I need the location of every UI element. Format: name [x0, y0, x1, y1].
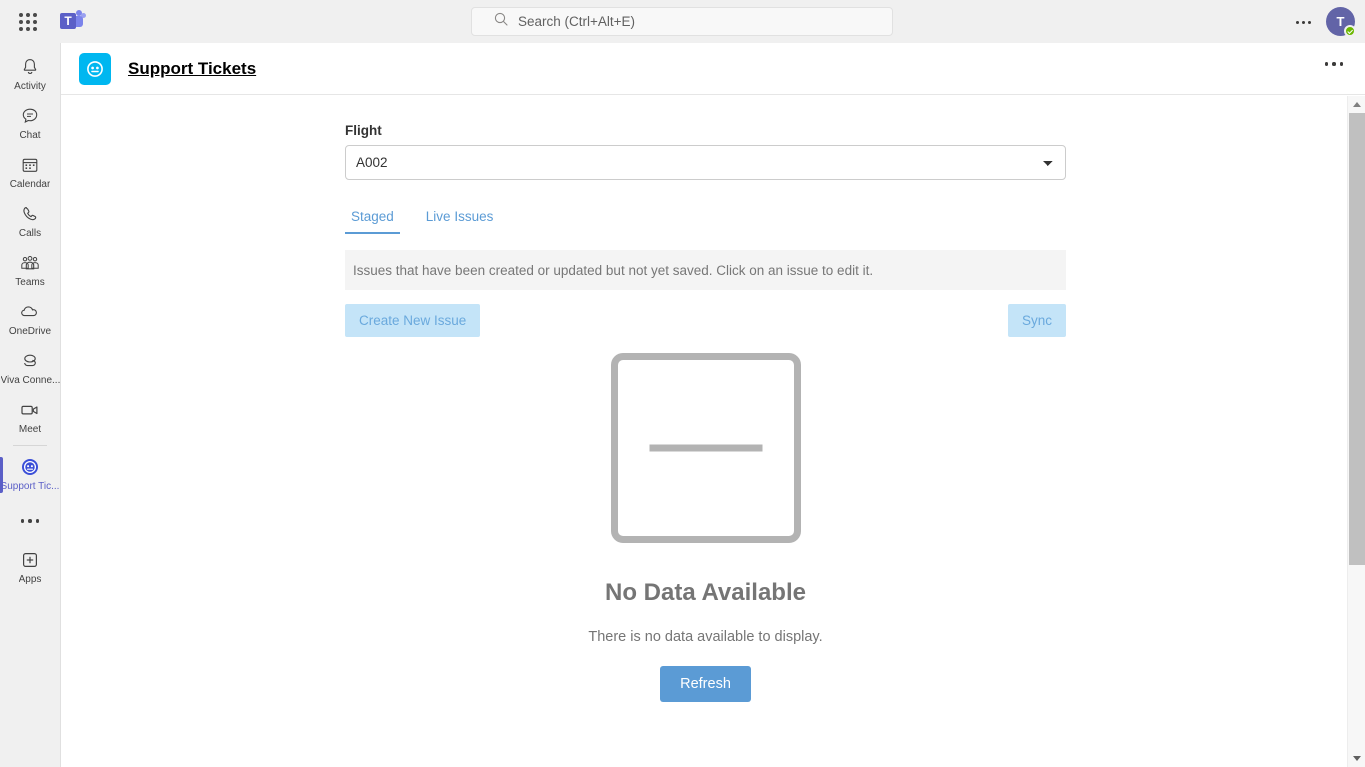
- presence-available-icon: [1344, 25, 1356, 37]
- plus-square-icon: [20, 549, 40, 571]
- vertical-scrollbar[interactable]: [1347, 96, 1365, 767]
- sidebar-item-viva-connections[interactable]: Viva Conne...: [0, 344, 61, 393]
- sidebar-item-label: Activity: [14, 81, 46, 92]
- video-camera-icon: [19, 399, 41, 421]
- calendar-icon: [20, 154, 40, 176]
- sidebar-item-activity[interactable]: Activity: [0, 50, 61, 99]
- sidebar-item-label: Viva Conne...: [0, 375, 60, 386]
- cloud-icon: [19, 301, 41, 323]
- empty-state-title: No Data Available: [605, 579, 806, 606]
- sidebar-item-teams[interactable]: Teams: [0, 246, 61, 295]
- page-title[interactable]: Support Tickets: [128, 59, 256, 79]
- app-header: Support Tickets: [61, 43, 1365, 95]
- sidebar-item-label: Chat: [19, 130, 41, 141]
- tab-live-issues[interactable]: Live Issues: [420, 209, 500, 234]
- teams-icon: [19, 252, 41, 274]
- tab-staged[interactable]: Staged: [345, 209, 400, 234]
- teams-logo-letter: T: [60, 12, 76, 29]
- no-data-placeholder-icon: [610, 353, 801, 543]
- action-button-row: Create New Issue Sync: [345, 304, 1066, 337]
- sync-button[interactable]: Sync: [1007, 304, 1066, 337]
- teams-logo-icon[interactable]: T: [60, 9, 86, 34]
- empty-state: No Data Available There is no data avail…: [345, 353, 1066, 702]
- sidebar-item-label: Teams: [15, 277, 45, 288]
- empty-state-subtitle: There is no data available to display.: [588, 629, 823, 645]
- tab-list: Staged Live Issues: [345, 204, 1066, 234]
- bell-icon: [20, 56, 40, 78]
- sidebar-item-label: OneDrive: [8, 326, 52, 337]
- search-bar[interactable]: [471, 7, 893, 36]
- sidebar-item-label: Support Tic...: [0, 481, 60, 492]
- left-rail: Activity Chat Calendar Calls Teams OneDr…: [0, 43, 61, 767]
- scrollbar-thumb[interactable]: [1349, 113, 1365, 565]
- chat-icon: [20, 105, 40, 127]
- viva-connections-icon: [20, 350, 40, 372]
- flight-select[interactable]: A002: [345, 145, 1066, 180]
- ticket-form: Flight A002 Staged Live Issues Issues th…: [345, 123, 1066, 702]
- sidebar-item-calendar[interactable]: Calendar: [0, 148, 61, 197]
- phone-icon: [20, 203, 40, 225]
- sidebar-item-meet[interactable]: Meet: [0, 393, 61, 442]
- top-bar-more-icon[interactable]: [1291, 14, 1315, 30]
- rail-divider: [13, 445, 47, 446]
- sidebar-item-apps[interactable]: Apps: [0, 543, 61, 592]
- top-bar: T T: [0, 0, 1365, 43]
- scroll-up-icon[interactable]: [1348, 96, 1365, 113]
- support-tickets-icon: [79, 52, 111, 85]
- teams-app-window: T T: [0, 0, 1365, 767]
- sidebar-item-onedrive[interactable]: OneDrive: [0, 295, 61, 344]
- sidebar-item-calls[interactable]: Calls: [0, 197, 61, 246]
- avatar[interactable]: T: [1326, 7, 1356, 37]
- app-iframe: Flight A002 Staged Live Issues Issues th…: [61, 96, 1347, 767]
- content-area: Support Tickets Flight A002 Staged Live …: [61, 43, 1365, 767]
- sidebar-item-label: Calls: [18, 228, 42, 239]
- search-box[interactable]: [471, 7, 893, 36]
- rail-more-icon[interactable]: [0, 499, 61, 543]
- sidebar-item-label: Apps: [18, 574, 42, 585]
- search-icon: [472, 12, 508, 31]
- search-input[interactable]: [518, 14, 858, 29]
- sidebar-item-support-tickets[interactable]: Support Tic...: [0, 450, 61, 499]
- avatar-initial: T: [1336, 14, 1345, 29]
- support-tickets-icon: [21, 456, 39, 478]
- refresh-button[interactable]: Refresh: [660, 666, 751, 702]
- scroll-down-icon[interactable]: [1348, 750, 1365, 767]
- create-new-issue-button[interactable]: Create New Issue: [345, 304, 481, 337]
- flight-label: Flight: [345, 123, 382, 138]
- app-header-more-icon[interactable]: [1324, 62, 1343, 66]
- sidebar-item-chat[interactable]: Chat: [0, 99, 61, 148]
- app-launcher-icon[interactable]: [14, 8, 42, 36]
- sidebar-item-label: Calendar: [9, 179, 51, 190]
- sidebar-item-label: Meet: [18, 424, 42, 435]
- info-banner: Issues that have been created or updated…: [345, 250, 1066, 290]
